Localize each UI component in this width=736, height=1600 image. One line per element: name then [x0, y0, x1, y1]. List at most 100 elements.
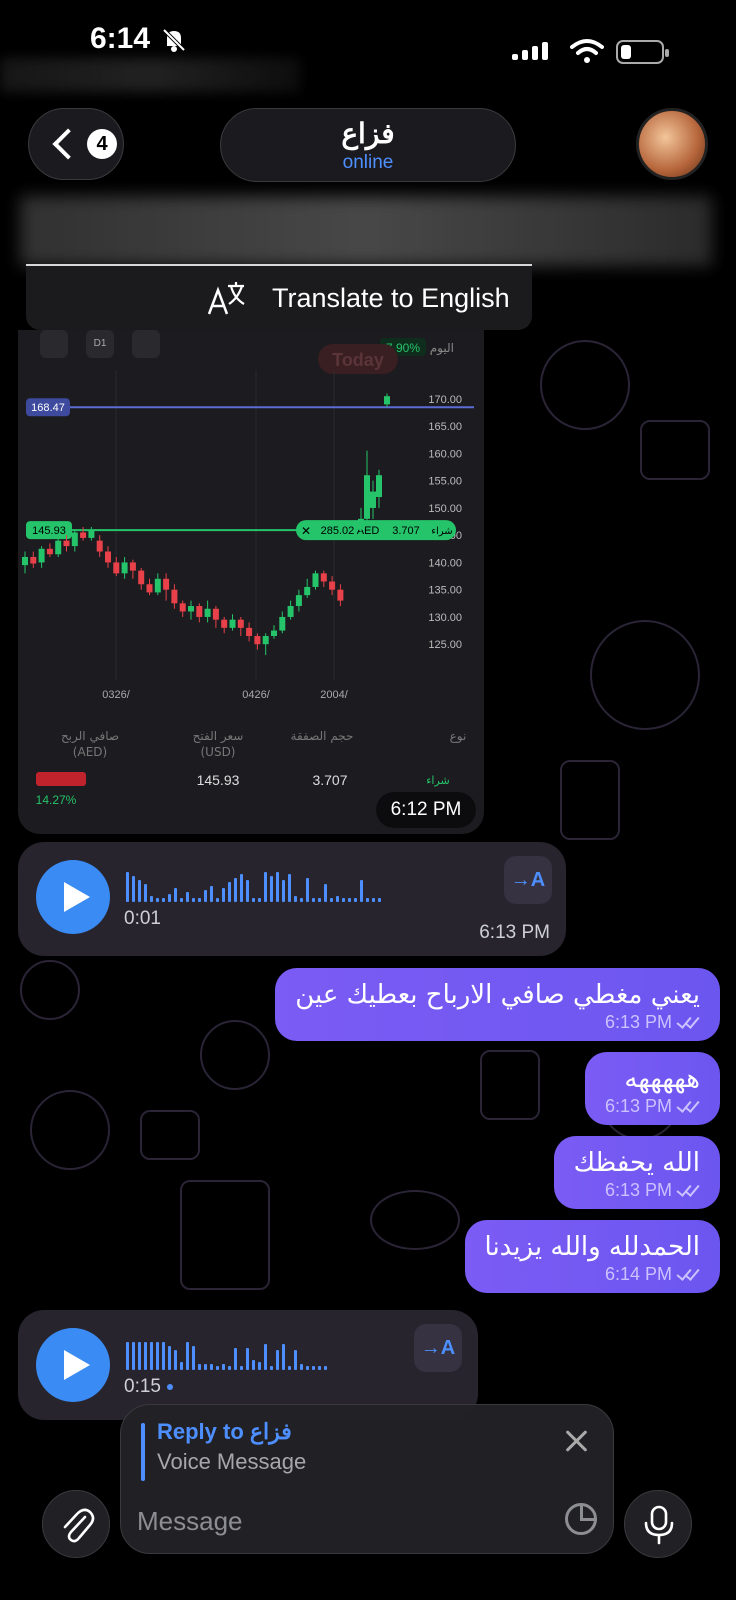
waveform-bar [126, 872, 129, 902]
candle [188, 606, 194, 612]
play-button[interactable] [36, 1328, 110, 1402]
waveform-bar [222, 888, 225, 902]
waveform-bar [192, 898, 195, 902]
chart-image-message[interactable]: D1 اليوم 7.90% Today 170.00 165.00 160.00 155.0… [18, 330, 484, 834]
attach-button[interactable] [42, 1490, 110, 1558]
candle [105, 551, 111, 563]
outgoing-message[interactable]: الله يحفظك 6:13 PM [553, 1136, 720, 1209]
waveform-bar [204, 1364, 207, 1370]
microphone-button[interactable] [624, 1490, 692, 1558]
order-qty: 3.707 [392, 525, 420, 537]
message-text: الله يحفظك [573, 1148, 700, 1178]
waveform[interactable] [126, 868, 381, 902]
waveform-bar [198, 898, 201, 902]
candle [384, 396, 390, 405]
candle [88, 529, 95, 538]
waveform-bar [162, 1342, 165, 1370]
waveform-bar [318, 1366, 321, 1370]
candle [358, 518, 364, 530]
waveform-bar [288, 1366, 291, 1370]
y-tick-label: 135.00 [428, 585, 462, 597]
play-button[interactable] [36, 860, 110, 934]
y-tick-label: 125.00 [428, 639, 462, 651]
chat-title[interactable]: فزاع online [220, 108, 516, 182]
back-button[interactable]: 4 [28, 108, 124, 180]
waveform-bar [276, 1350, 279, 1370]
candle [312, 573, 319, 587]
composer-panel: Reply to فزاع Voice Message [120, 1404, 614, 1554]
candle [320, 573, 327, 582]
outgoing-message[interactable]: الحمدلله والله يزيدنا 6:14 PM [464, 1220, 720, 1293]
message-meta: 6:14 PM [485, 1264, 700, 1285]
close-reply-icon[interactable] [561, 1427, 591, 1457]
waveform-bar [270, 876, 273, 902]
waveform-bar [156, 898, 159, 902]
transcribe-button[interactable]: →A [414, 1324, 462, 1372]
profit-pct: 14.27% [36, 793, 77, 807]
waveform-bar [216, 898, 219, 902]
waveform-bar [342, 898, 345, 902]
column-header: (AED) [73, 745, 107, 759]
waveform-bar [354, 898, 357, 902]
bell-off-icon [162, 28, 186, 52]
message-timestamp: 6:13 PM [479, 922, 550, 943]
waveform-bar [372, 898, 375, 902]
voice-duration: 0:01 [124, 908, 161, 929]
waveform[interactable] [126, 1336, 327, 1370]
waveform-bar [192, 1346, 195, 1370]
message-text: الحمدلله والله يزيدنا [484, 1232, 700, 1262]
avatar[interactable] [636, 108, 708, 180]
waveform-bar [324, 1366, 327, 1370]
y-tick-label: 170.00 [428, 394, 462, 406]
column-header: (USD) [200, 745, 235, 759]
unread-badge: 4 [87, 129, 117, 159]
waveform-bar [144, 1342, 147, 1370]
waveform-bar [264, 872, 267, 902]
waveform-bar [234, 1348, 237, 1370]
waveform-bar [318, 898, 321, 902]
candle [370, 491, 376, 508]
y-tick-label: 150.00 [428, 503, 462, 515]
waveform-bar [312, 1366, 315, 1370]
candle [237, 619, 244, 628]
candle [229, 619, 236, 628]
waveform-bar [288, 874, 291, 902]
translate-bar[interactable]: Translate to English [26, 264, 532, 330]
message-meta: 6:13 PM [574, 1180, 700, 1201]
candle [30, 556, 37, 564]
status-time: 6:14 [90, 22, 151, 55]
order-side: شراء [431, 526, 452, 537]
column-header: نوع [450, 729, 467, 744]
candle [171, 589, 178, 604]
candle [129, 562, 136, 571]
waveform-bar [246, 1348, 249, 1370]
message-timestamp: 6:12 PM [376, 792, 476, 828]
waveform-bar [138, 1342, 141, 1370]
outgoing-message[interactable]: هههههه 6:13 PM [584, 1052, 720, 1125]
candle [179, 603, 186, 612]
y-tick-label: 165.00 [428, 421, 462, 433]
waveform-bar [198, 1364, 201, 1370]
contact-status: online [342, 152, 394, 173]
candle [196, 606, 203, 617]
sticker-icon[interactable] [565, 1503, 597, 1535]
outgoing-message[interactable]: يعني مغطي صافي الارباح بعطيك عين 6:13 PM [275, 968, 720, 1041]
waveform-bar [162, 898, 165, 902]
waveform-bar [186, 892, 189, 902]
double-check-icon [676, 1098, 700, 1112]
message-meta: 6:13 PM [295, 1012, 700, 1033]
waveform-bar [210, 886, 213, 902]
open-price: 145.93 [197, 772, 240, 788]
reply-title: Reply to فزاع [157, 1419, 292, 1444]
candle [154, 578, 161, 593]
candle [204, 608, 211, 617]
waveform-bar [186, 1342, 189, 1370]
transcribe-button[interactable]: →A [504, 856, 552, 904]
volume: 3.707 [312, 772, 347, 788]
pinned-message-blurred [20, 196, 712, 266]
voice-message-1[interactable]: 0:01 →A 6:13 PM [18, 842, 566, 956]
waveform-bar [306, 1366, 309, 1370]
message-input[interactable] [137, 1499, 597, 1543]
translate-icon [207, 282, 245, 315]
waveform-bar [168, 894, 171, 902]
